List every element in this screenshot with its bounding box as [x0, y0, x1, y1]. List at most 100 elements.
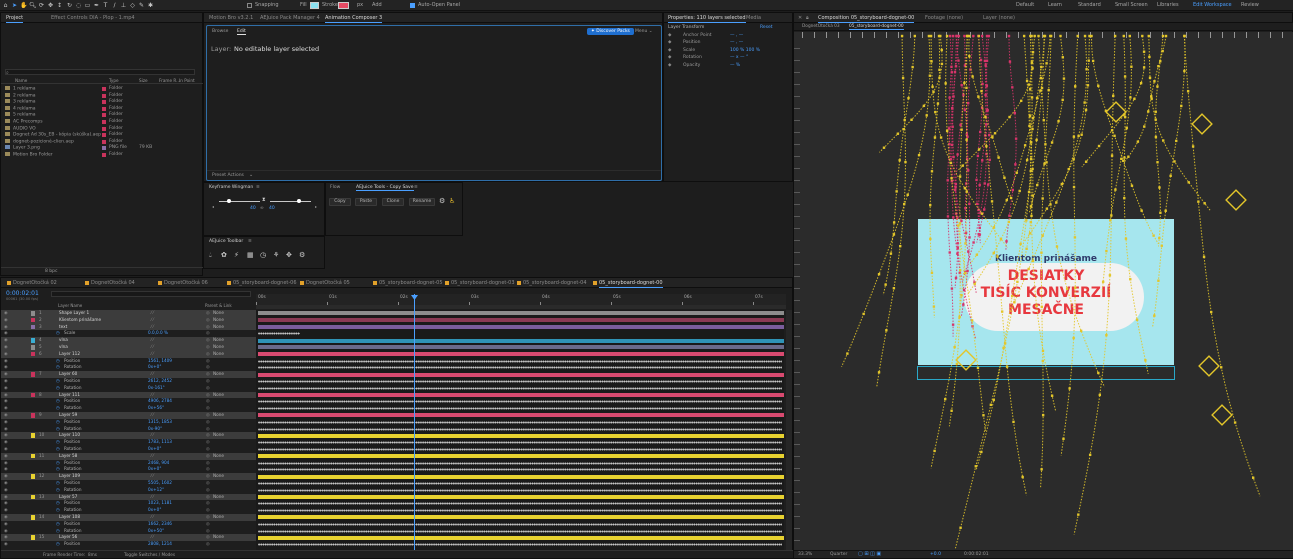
tab-comp[interactable]: DognetOtočká 06	[164, 280, 208, 286]
pickwhip-icon[interactable]: ◎	[206, 514, 210, 521]
tab-project[interactable]: Project	[6, 15, 24, 23]
bulb-icon[interactable]: ✿	[221, 251, 227, 259]
layer-name[interactable]: Layer 111	[59, 392, 80, 399]
property-value[interactable]: 0x+12°	[148, 487, 164, 494]
stopwatch-icon[interactable]: ◷	[56, 541, 60, 548]
pickwhip-icon[interactable]: ◎	[206, 330, 210, 337]
property-row[interactable]: ◉ ◷ Rotation 0x+56° ◎	[1, 405, 256, 412]
tab-comp[interactable]: 05_storyboard-dognet-04	[523, 280, 587, 286]
transform-row[interactable]: ◆ Position — , —	[668, 40, 792, 46]
layer-duration-bar[interactable]	[258, 325, 784, 329]
pickwhip-icon[interactable]: ◎	[206, 500, 210, 507]
keyframes[interactable]	[258, 529, 782, 533]
layer-duration-bar[interactable]	[258, 352, 784, 357]
property-row[interactable]: ◉ ◷ Rotation 0x+0° ◎	[1, 507, 256, 514]
layer-row[interactable]: ◉ 12 Layer 109 ⁄ ⁄ ◎ None	[1, 473, 256, 480]
selection-tool-icon[interactable]: ➤	[11, 2, 18, 9]
layer-duration-bar[interactable]	[258, 318, 784, 323]
eye-icon[interactable]: ◉	[4, 541, 8, 548]
keyframes[interactable]	[258, 379, 782, 383]
eye-icon[interactable]: ◉	[4, 330, 8, 337]
layer-duration-bar[interactable]	[258, 338, 784, 343]
workspace-learn[interactable]: Learn	[1048, 2, 1062, 8]
eye-icon[interactable]: ◉	[4, 412, 8, 419]
col-layer-name[interactable]: Layer Name	[58, 303, 82, 308]
layer-row[interactable]: ◉ 15 Layer 56 ⁄ ⁄ ◎ None	[1, 534, 256, 542]
layer-duration-bar[interactable]	[258, 413, 784, 418]
label-color[interactable]	[102, 87, 106, 91]
switches-icon[interactable]: ⁄ ⁄	[151, 534, 154, 541]
transform-value[interactable]: — x — °	[730, 55, 748, 61]
transform-value[interactable]: 100 % 100 %	[730, 48, 760, 54]
parent-dropdown[interactable]: None	[213, 337, 224, 344]
layer-duration-bar[interactable]	[258, 474, 784, 479]
eye-icon[interactable]: ◉	[4, 466, 8, 473]
zoom-dropdown[interactable]: 33.3%	[798, 552, 812, 557]
grid-icon[interactable]: ▦	[247, 251, 254, 259]
rename-button[interactable]: Rename	[409, 198, 435, 206]
x-icon[interactable]: ⧗	[262, 197, 266, 203]
stopwatch-icon[interactable]: ◷	[56, 528, 60, 535]
keyframes[interactable]	[258, 461, 782, 465]
eye-icon[interactable]: ◉	[4, 405, 8, 412]
link-icon[interactable]: ∞	[260, 206, 264, 211]
tab-copy-save[interactable]: AEJuice Tools - Copy Save	[356, 185, 414, 191]
pickwhip-icon[interactable]: ◎	[206, 358, 210, 365]
property-value[interactable]: 2468, 904	[148, 460, 169, 467]
eye-icon[interactable]: ◉	[4, 432, 8, 439]
transform-value[interactable]: — %	[730, 63, 740, 69]
tab-comp[interactable]: DognetOtočká 02	[13, 280, 57, 286]
layer-row[interactable]: ◉ 2 Klientom prinášame ⁄ ⁄ ◎ None	[1, 316, 256, 324]
work-area-bar[interactable]	[256, 305, 786, 309]
property-row[interactable]: ◉ ◷ Position 1662, 2346 ◎	[1, 521, 256, 528]
label-color[interactable]	[102, 153, 106, 157]
layer-row[interactable]: ◉ 7 Layer 60 ⁄ ⁄ ◎ None	[1, 371, 256, 378]
workspace-review[interactable]: Review	[1241, 2, 1259, 8]
switches-icon[interactable]: ⁄ ⁄	[151, 432, 154, 439]
keyframe-toggle-icon[interactable]: ◆	[668, 63, 671, 69]
parent-dropdown[interactable]: None	[213, 310, 224, 317]
pickwhip-icon[interactable]: ◎	[206, 460, 210, 467]
workspace-standard[interactable]: Standard	[1078, 2, 1101, 8]
pickwhip-icon[interactable]: ◎	[206, 439, 210, 446]
property-value[interactable]: 0x+0°	[148, 446, 161, 453]
layer-row[interactable]: ◉ 11 Layer 58 ⁄ ⁄ ◎ None	[1, 452, 256, 460]
panel-menu-icon[interactable]: ≡	[414, 185, 418, 190]
clone-stamp-icon[interactable]: ⊥	[120, 2, 127, 9]
property-row[interactable]: ◉ ◷ Position 4906, 2784 ◎	[1, 398, 256, 405]
layer-duration-bar[interactable]	[258, 345, 784, 350]
transform-row[interactable]: ◆ Scale 100 % 100 %	[668, 48, 792, 54]
home-icon[interactable]: ⌂	[2, 2, 9, 9]
keyframes[interactable]	[258, 481, 782, 485]
ease-out-value[interactable]: 40	[269, 206, 275, 211]
panel-menu-icon[interactable]: ≡	[256, 185, 260, 190]
tab-properties[interactable]: Properties: 110 layers selected	[668, 15, 746, 23]
layer-duration-bar[interactable]	[258, 372, 784, 377]
layer-duration-bar[interactable]	[258, 433, 784, 438]
timeline-search-input[interactable]	[51, 291, 251, 297]
drop-icon[interactable]: 💧︎	[209, 251, 212, 260]
label-color[interactable]	[31, 317, 35, 323]
eye-icon[interactable]: ◉	[4, 351, 8, 358]
property-row[interactable]: ◉ ◷ Position 2808, 1214 ◎	[1, 541, 256, 548]
orbit-tool-icon[interactable]: ⟳	[38, 2, 45, 9]
parent-dropdown[interactable]: None	[213, 324, 224, 331]
exposure-value[interactable]: +0.0	[930, 552, 941, 557]
stroke-swatch[interactable]	[338, 2, 349, 9]
layer-row[interactable]: ◉ 5 vlna ⁄ ⁄ ◎ None	[1, 344, 256, 351]
eye-icon[interactable]: ◉	[4, 364, 8, 371]
pickwhip-icon[interactable]: ◎	[206, 487, 210, 494]
pickwhip-icon[interactable]: ◎	[206, 534, 210, 541]
property-value[interactable]: 0.0,0.0 %	[148, 330, 168, 337]
eye-icon[interactable]: ◉	[4, 507, 8, 514]
list-item[interactable]: AC Precomps Folder	[1, 119, 204, 125]
layer-name[interactable]: Layer 112	[59, 351, 80, 358]
list-item[interactable]: Layer 3.png PNG file 79 KB	[1, 145, 204, 151]
label-color[interactable]	[102, 126, 106, 131]
subtab-edit[interactable]: Edit	[237, 29, 246, 35]
parent-dropdown[interactable]: None	[213, 432, 224, 439]
subtab-browse[interactable]: Browse	[212, 29, 228, 34]
label-color[interactable]	[102, 113, 106, 118]
switches-icon[interactable]: ⁄ ⁄	[151, 453, 154, 460]
property-value[interactable]: 0x+50°	[148, 528, 164, 535]
